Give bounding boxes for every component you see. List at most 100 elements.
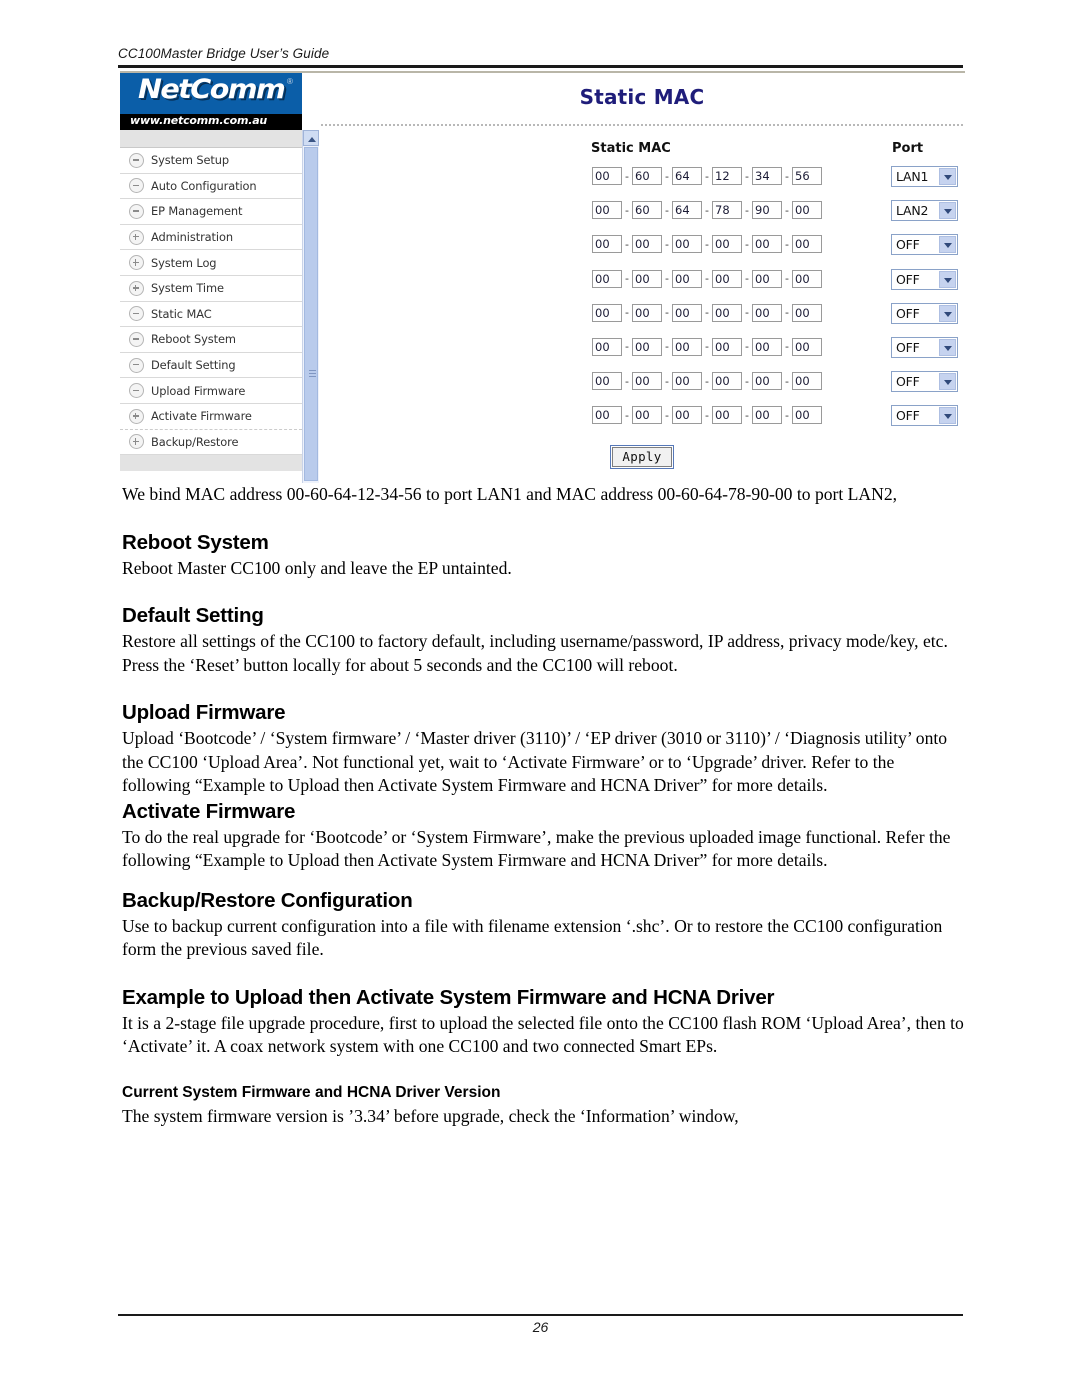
table-row: 00 - 00 - 00 - 00 - 00 - 00 OFF bbox=[319, 234, 965, 269]
mac-octet-field[interactable]: 78 bbox=[712, 201, 742, 220]
mac-octet-field[interactable]: 00 bbox=[672, 406, 702, 425]
mac-octet-field[interactable]: 00 bbox=[592, 167, 622, 185]
section-body-default-setting: Restore all settings of the CC100 to fac… bbox=[122, 631, 948, 675]
sidebar-item-static-mac[interactable]: Static MAC bbox=[120, 301, 302, 328]
port-select-value: LAN1 bbox=[896, 169, 929, 184]
sidebar-item-label: EP Management bbox=[151, 204, 243, 219]
nav-list: System Setup Auto Configuration EP Manag… bbox=[120, 148, 302, 456]
mac-octet-field[interactable]: 00 bbox=[592, 269, 622, 288]
octet-separator: - bbox=[625, 237, 629, 251]
mac-octet-field[interactable]: 00 bbox=[752, 235, 782, 254]
mac-octet-field[interactable]: 00 bbox=[672, 337, 702, 356]
chevron-down-icon[interactable] bbox=[939, 236, 956, 254]
mac-octet-field[interactable]: 00 bbox=[792, 406, 822, 425]
port-select[interactable]: OFF bbox=[891, 234, 958, 256]
sidebar-item-default-setting[interactable]: Default Setting bbox=[120, 352, 302, 379]
mac-octet-field[interactable]: 00 bbox=[672, 269, 702, 288]
mac-octet-field[interactable]: 00 bbox=[592, 406, 622, 425]
sidebar-item-system-log[interactable]: System Log bbox=[120, 250, 302, 276]
octet-separator: - bbox=[665, 340, 669, 354]
octet-separator: - bbox=[785, 203, 789, 217]
port-select[interactable]: LAN1 bbox=[891, 166, 958, 187]
mac-octet-field[interactable]: 56 bbox=[792, 167, 822, 185]
mac-octet-field[interactable]: 34 bbox=[752, 167, 782, 185]
octet-separator: - bbox=[745, 340, 749, 354]
port-select[interactable]: OFF bbox=[891, 336, 958, 358]
sidebar-item-reboot-system[interactable]: Reboot System bbox=[120, 327, 302, 353]
mac-octet-field[interactable]: 00 bbox=[672, 303, 702, 322]
mac-octet-field[interactable]: 00 bbox=[792, 201, 822, 220]
chevron-down-icon[interactable] bbox=[939, 202, 956, 220]
mac-octet-field[interactable]: 90 bbox=[752, 201, 782, 220]
mac-octet-field[interactable]: 12 bbox=[712, 167, 742, 185]
port-select[interactable]: OFF bbox=[891, 405, 958, 427]
mac-octet-field[interactable]: 64 bbox=[672, 167, 702, 185]
apply-button[interactable]: Apply bbox=[610, 445, 674, 469]
sidebar-item-label: System Time bbox=[151, 281, 224, 296]
port-select[interactable]: LAN2 bbox=[891, 200, 958, 222]
mac-octet-field[interactable]: 00 bbox=[592, 372, 622, 391]
octet-separator: - bbox=[705, 374, 709, 388]
mac-octet-field[interactable]: 00 bbox=[632, 303, 662, 322]
mac-octet-field[interactable]: 00 bbox=[752, 372, 782, 391]
chevron-down-icon[interactable] bbox=[939, 338, 956, 356]
mac-octet-field[interactable]: 00 bbox=[632, 337, 662, 356]
scroll-up-arrow-icon[interactable] bbox=[303, 130, 319, 146]
table-row: 00 - 00 - 00 - 00 - 00 - 00 OFF bbox=[319, 405, 965, 440]
mac-octet-field[interactable]: 00 bbox=[752, 337, 782, 356]
mac-octet-field[interactable]: 60 bbox=[632, 167, 662, 185]
sidebar-item-auto-configuration[interactable]: Auto Configuration bbox=[120, 173, 302, 200]
mac-octet-field[interactable]: 00 bbox=[712, 303, 742, 322]
document-body: We bind MAC address 00-60-64-12-34-56 to… bbox=[122, 483, 967, 1128]
column-header-port: Port bbox=[892, 141, 924, 156]
column-header-static-mac: Static MAC bbox=[591, 141, 671, 156]
sidebar-item-administration[interactable]: Administration bbox=[120, 224, 302, 251]
port-select[interactable]: OFF bbox=[891, 302, 958, 324]
octet-separator: - bbox=[745, 374, 749, 388]
mac-octet-field[interactable]: 00 bbox=[632, 269, 662, 288]
mac-octet-field[interactable]: 00 bbox=[632, 406, 662, 425]
mac-octet-field[interactable]: 00 bbox=[592, 235, 622, 254]
scrollbar-thumb[interactable] bbox=[304, 147, 318, 481]
mac-octet-field[interactable]: 00 bbox=[712, 337, 742, 356]
mac-octet-field[interactable]: 00 bbox=[792, 303, 822, 322]
sidebar-item-system-setup[interactable]: System Setup bbox=[120, 148, 302, 174]
mac-octet-field[interactable]: 00 bbox=[592, 337, 622, 356]
mac-octet-field[interactable]: 00 bbox=[592, 303, 622, 322]
mac-octet-field[interactable]: 64 bbox=[672, 201, 702, 220]
mac-octet-field[interactable]: 00 bbox=[632, 372, 662, 391]
sidebar-item-backup-restore[interactable]: Backup/Restore bbox=[120, 429, 302, 456]
static-mac-table: 00 - 60 - 64 - 12 - 34 - 56 LAN1 00 - 60… bbox=[319, 166, 965, 441]
mac-octet-field[interactable]: 00 bbox=[632, 235, 662, 254]
scrollbar-grip-icon bbox=[309, 370, 316, 377]
mac-octet-field[interactable]: 00 bbox=[792, 269, 822, 288]
sidebar-item-upload-firmware[interactable]: Upload Firmware bbox=[120, 378, 302, 404]
chevron-down-icon[interactable] bbox=[939, 304, 956, 322]
mac-octet-field[interactable]: 00 bbox=[792, 235, 822, 254]
sidebar-item-system-time[interactable]: System Time bbox=[120, 275, 302, 302]
sidebar-item-activate-firmware[interactable]: Activate Firmware bbox=[120, 403, 302, 430]
mac-octet-field[interactable]: 00 bbox=[792, 372, 822, 391]
mac-octet-field[interactable]: 60 bbox=[632, 201, 662, 220]
octet-separator: - bbox=[745, 203, 749, 217]
mac-octet-field[interactable]: 00 bbox=[752, 406, 782, 425]
chevron-down-icon[interactable] bbox=[939, 168, 956, 185]
mac-octet-field[interactable]: 00 bbox=[592, 201, 622, 220]
mac-octet-field[interactable]: 00 bbox=[752, 269, 782, 288]
mac-octet-field[interactable]: 00 bbox=[672, 235, 702, 254]
mac-octet-field[interactable]: 00 bbox=[712, 235, 742, 254]
vertical-scrollbar[interactable] bbox=[302, 130, 319, 483]
chevron-down-icon[interactable] bbox=[939, 373, 956, 391]
port-select[interactable]: OFF bbox=[891, 371, 958, 393]
mac-octet-field[interactable]: 00 bbox=[712, 269, 742, 288]
chevron-down-icon[interactable] bbox=[939, 407, 956, 425]
mac-octet-field[interactable]: 00 bbox=[752, 303, 782, 322]
octet-separator: - bbox=[705, 272, 709, 286]
chevron-down-icon[interactable] bbox=[939, 270, 956, 288]
mac-octet-field[interactable]: 00 bbox=[712, 372, 742, 391]
sidebar-item-ep-management[interactable]: EP Management bbox=[120, 199, 302, 225]
mac-octet-field[interactable]: 00 bbox=[672, 372, 702, 391]
mac-octet-field[interactable]: 00 bbox=[712, 406, 742, 425]
port-select[interactable]: OFF bbox=[891, 268, 958, 290]
mac-octet-field[interactable]: 00 bbox=[792, 337, 822, 356]
